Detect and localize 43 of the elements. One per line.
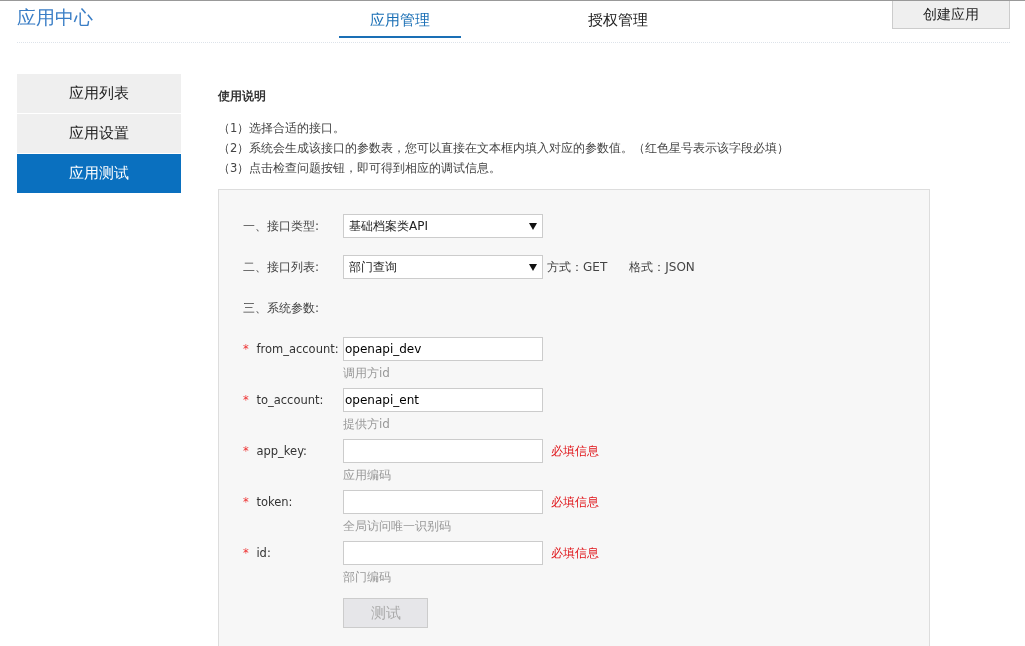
param-input[interactable] <box>343 490 543 514</box>
error-message: 必填信息 <box>551 544 599 562</box>
required-asterisk: * <box>243 393 249 407</box>
param-hint: 部门编码 <box>343 569 392 586</box>
api-list-select[interactable]: 部门查询 <box>343 255 543 279</box>
param-input[interactable] <box>343 541 543 565</box>
nav-tab[interactable]: 应用管理 <box>339 1 461 38</box>
instruction-line: （2）系统会生成该接口的参数表，您可以直接在文本框内填入对应的参数值。（红色星号表示该字段必填） <box>218 140 791 157</box>
param-input[interactable] <box>343 439 543 463</box>
dropdown-triangle-icon <box>529 222 537 230</box>
error-message: 必填信息 <box>551 493 599 511</box>
param-label: to_account: <box>256 393 324 407</box>
instructions-heading: 使用说明 <box>218 88 267 105</box>
format-text: 格式：JSON <box>629 258 695 276</box>
field-label: 二、接口列表: <box>243 258 321 276</box>
method-text: 方式：GET <box>547 258 608 276</box>
required-asterisk: * <box>243 546 249 560</box>
param-hint: 应用编码 <box>343 467 392 484</box>
dropdown-triangle-icon <box>529 263 537 271</box>
nav-tab[interactable]: 授权管理 <box>557 1 679 38</box>
required-asterisk: * <box>243 495 249 509</box>
create-app-button[interactable]: 创建应用 <box>892 1 1010 29</box>
param-hint: 全局访问唯一识别码 <box>343 518 452 535</box>
api-type-select[interactable]: 基础档案类API <box>343 214 543 238</box>
sidebar-item[interactable]: 应用列表 <box>17 74 181 113</box>
instruction-line: （3）点击检查问题按钮，即可得到相应的调试信息。 <box>218 160 503 177</box>
sidebar-item[interactable]: 应用设置 <box>17 114 181 153</box>
field-label: 一、接口类型: <box>243 217 321 235</box>
instruction-line: （1）选择合适的接口。 <box>218 120 347 137</box>
app-center-title: 应用中心 <box>17 5 94 30</box>
required-asterisk: * <box>243 342 249 356</box>
param-hint: 提供方id <box>343 416 391 433</box>
param-input[interactable]: openapi_dev <box>343 337 543 361</box>
param-label: app_key: <box>256 444 307 458</box>
param-label: id: <box>256 546 271 560</box>
param-label: from_account: <box>256 342 339 356</box>
field-label: 三、系统参数: <box>243 299 321 317</box>
error-message: 必填信息 <box>551 442 599 460</box>
param-hint: 调用方id <box>343 365 391 382</box>
sidebar-item[interactable]: 应用测试 <box>17 154 181 193</box>
param-input[interactable]: openapi_ent <box>343 388 543 412</box>
required-asterisk: * <box>243 444 249 458</box>
param-label: token: <box>256 495 293 509</box>
